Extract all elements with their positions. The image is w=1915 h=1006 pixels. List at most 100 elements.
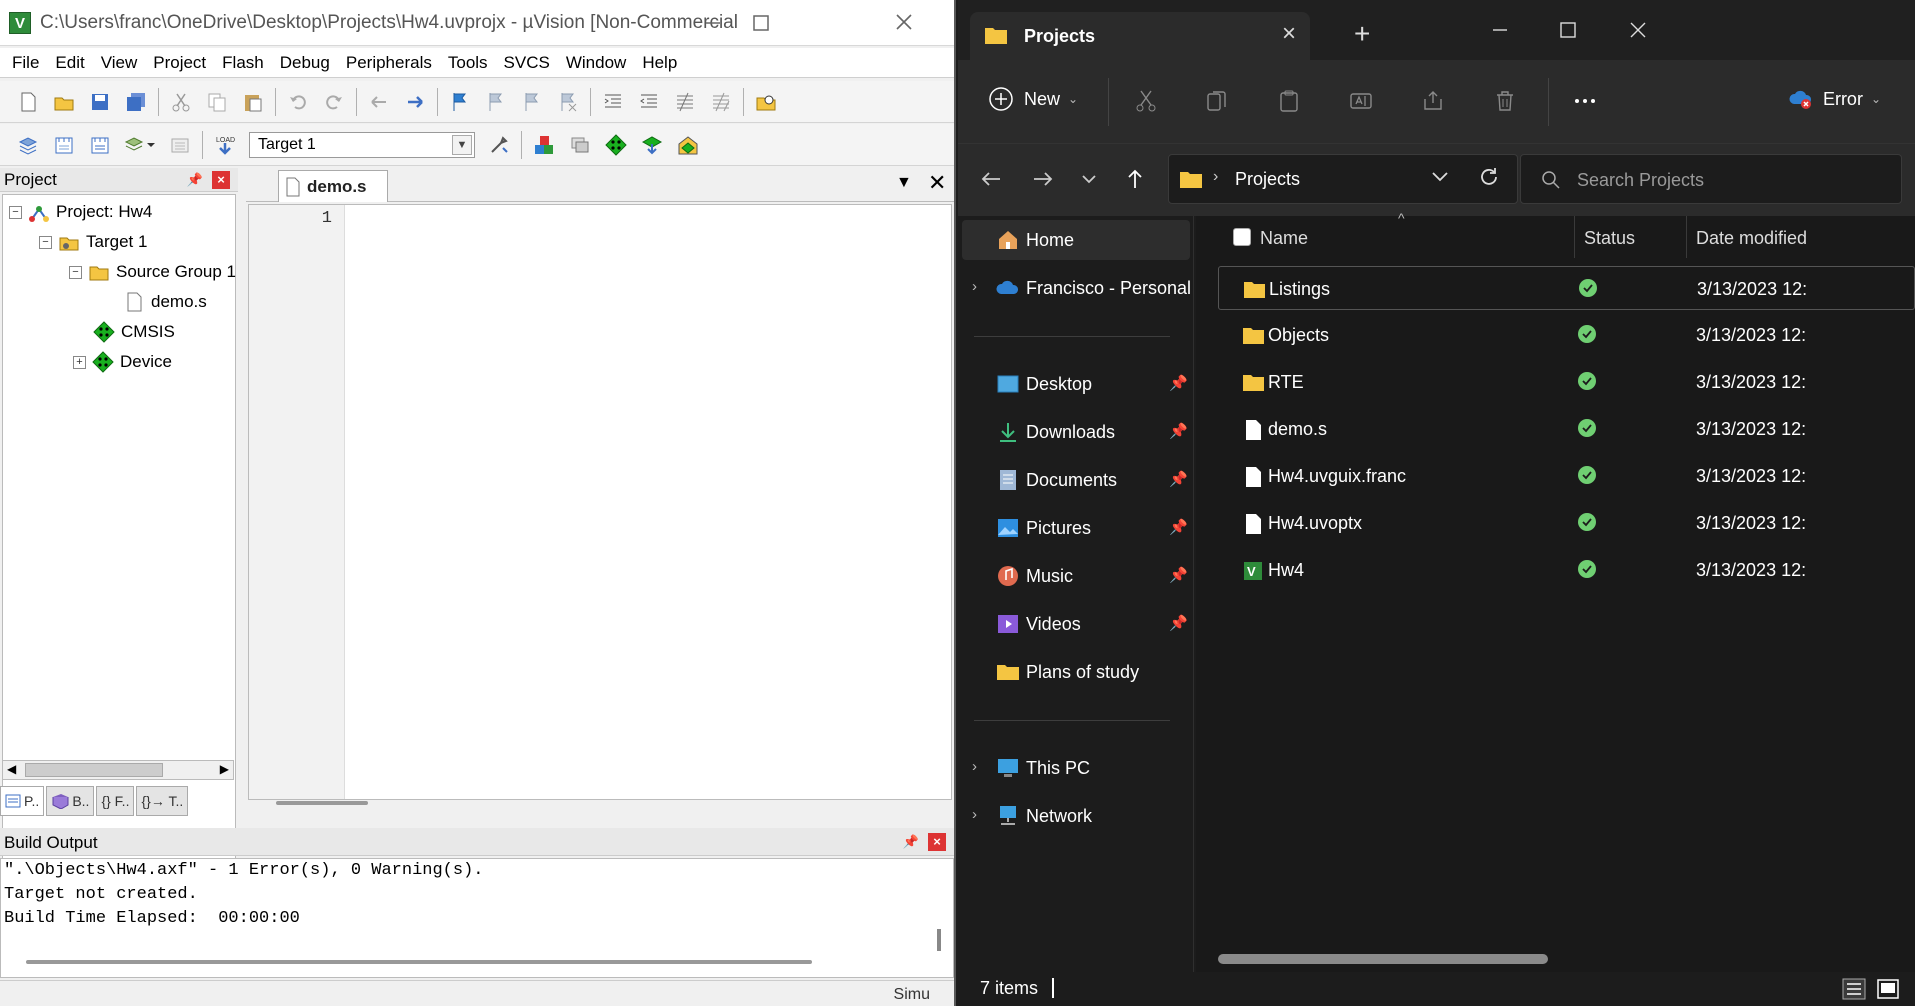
scroll-thumb[interactable]: [25, 763, 163, 777]
tree-item-cmsis[interactable]: CMSIS: [93, 319, 175, 345]
collapse-icon[interactable]: −: [69, 265, 82, 279]
pin-icon[interactable]: 📌: [902, 833, 920, 851]
bookmark-icon[interactable]: [447, 89, 473, 115]
tiles-view-icon[interactable]: [1876, 978, 1900, 1000]
select-all-checkbox[interactable]: [1233, 228, 1251, 246]
nav-item-videos[interactable]: Videos 📌: [962, 604, 1190, 644]
indent-icon[interactable]: [600, 89, 626, 115]
cut-icon[interactable]: [168, 89, 194, 115]
open-file-icon[interactable]: [51, 89, 77, 115]
pin-icon[interactable]: 📌: [1169, 566, 1188, 584]
pin-icon[interactable]: 📌: [1169, 422, 1188, 440]
chevron-down-icon[interactable]: ▼: [452, 134, 472, 155]
refresh-icon[interactable]: [1477, 165, 1501, 189]
target-options-icon[interactable]: [486, 132, 512, 158]
nav-item-plans-of-study[interactable]: Plans of study: [962, 652, 1190, 692]
tree-item-target[interactable]: − Target 1: [39, 229, 147, 255]
menu-view[interactable]: View: [93, 53, 146, 73]
close-button[interactable]: [1608, 10, 1668, 50]
explorer-tab[interactable]: Projects ×: [970, 12, 1310, 60]
file-row[interactable]: V Hw4 3/13/2023 12:: [1218, 548, 1915, 592]
comment-icon[interactable]: [672, 89, 698, 115]
nav-item-onedrive[interactable]: › Francisco - Personal: [962, 268, 1190, 308]
build-icon[interactable]: [51, 132, 77, 158]
breadcrumb[interactable]: Projects: [1235, 169, 1300, 190]
new-file-icon[interactable]: [15, 89, 41, 115]
download-icon[interactable]: LOAD: [212, 132, 238, 158]
copy-icon[interactable]: [1204, 88, 1230, 114]
paste-icon[interactable]: [1276, 88, 1302, 114]
target-select[interactable]: Target 1 ▼: [249, 131, 475, 158]
tree-item-demo-s[interactable]: demo.s: [123, 289, 207, 315]
horizontal-scrollbar[interactable]: [26, 960, 812, 964]
save-all-icon[interactable]: [123, 89, 149, 115]
nav-item-documents[interactable]: Documents 📌: [962, 460, 1190, 500]
undo-icon[interactable]: [285, 89, 311, 115]
recent-locations-icon[interactable]: [1074, 164, 1104, 194]
maximize-button[interactable]: [1538, 10, 1598, 50]
close-tab-icon[interactable]: ×: [1282, 20, 1296, 48]
tab-project[interactable]: P..: [0, 786, 45, 816]
rebuild-icon[interactable]: [87, 132, 113, 158]
unindent-icon[interactable]: [636, 89, 662, 115]
scroll-left-icon[interactable]: ◀: [7, 762, 16, 776]
collapse-icon[interactable]: −: [9, 205, 22, 219]
stop-build-icon[interactable]: [167, 132, 193, 158]
batch-build-icon[interactable]: [123, 132, 157, 158]
search-box[interactable]: [1520, 154, 1902, 204]
back-arrow-icon[interactable]: [976, 164, 1006, 194]
menu-debug[interactable]: Debug: [272, 53, 338, 73]
scroll-right-icon[interactable]: ▶: [220, 762, 229, 776]
file-row[interactable]: RTE 3/13/2023 12:: [1218, 360, 1915, 404]
find-in-files-icon[interactable]: [753, 89, 779, 115]
code-editor[interactable]: 1: [248, 204, 952, 800]
minimize-button[interactable]: [688, 8, 736, 38]
nav-forward-icon[interactable]: [402, 89, 428, 115]
tab-templates[interactable]: {}→ T..: [136, 786, 189, 816]
column-divider[interactable]: [1686, 216, 1687, 258]
pin-icon[interactable]: 📌: [186, 171, 204, 189]
menu-file[interactable]: File: [4, 53, 47, 73]
nav-item-music[interactable]: Music 📌: [962, 556, 1190, 596]
translate-icon[interactable]: [15, 132, 41, 158]
nav-item-desktop[interactable]: Desktop 📌: [962, 364, 1190, 404]
expand-chevron-icon[interactable]: ›: [972, 278, 977, 295]
nav-back-icon[interactable]: [366, 89, 392, 115]
file-row[interactable]: Listings 3/13/2023 12:: [1218, 266, 1915, 310]
select-packs-icon[interactable]: [567, 132, 593, 158]
column-status[interactable]: Status: [1584, 228, 1635, 249]
pack-installer-icon[interactable]: [639, 132, 665, 158]
expand-chevron-icon[interactable]: ›: [972, 806, 977, 823]
address-bar[interactable]: › Projects: [1168, 154, 1518, 204]
menu-svcs[interactable]: SVCS: [496, 53, 558, 73]
file-row[interactable]: demo.s 3/13/2023 12:: [1218, 407, 1915, 451]
cut-icon[interactable]: [1133, 88, 1159, 114]
nav-item-downloads[interactable]: Downloads 📌: [962, 412, 1190, 452]
manage-project-items-icon[interactable]: [531, 132, 557, 158]
expand-chevron-icon[interactable]: ›: [972, 758, 977, 775]
software-packs-icon[interactable]: [675, 132, 701, 158]
tree-item-project[interactable]: − Project: Hw4: [9, 199, 152, 225]
close-pane-button[interactable]: ×: [928, 833, 946, 851]
close-button[interactable]: [880, 8, 928, 38]
menu-tools[interactable]: Tools: [440, 53, 496, 73]
next-bookmark-icon[interactable]: [519, 89, 545, 115]
menu-help[interactable]: Help: [634, 53, 685, 73]
tab-list-icon[interactable]: ▼: [896, 174, 912, 192]
close-tab-icon[interactable]: ✕: [928, 170, 946, 196]
column-divider[interactable]: [1574, 216, 1575, 258]
pin-icon[interactable]: 📌: [1169, 374, 1188, 392]
redo-icon[interactable]: [321, 89, 347, 115]
expand-icon[interactable]: +: [73, 355, 86, 369]
tree-item-source-group[interactable]: − Source Group 1: [69, 259, 236, 285]
up-arrow-icon[interactable]: [1120, 164, 1150, 194]
clear-bookmarks-icon[interactable]: [555, 89, 581, 115]
horizontal-scrollbar[interactable]: [1218, 954, 1548, 964]
new-button[interactable]: New ⌄: [988, 86, 1078, 112]
close-pane-button[interactable]: ×: [212, 171, 230, 189]
paste-icon[interactable]: [240, 89, 266, 115]
uncomment-icon[interactable]: [708, 89, 734, 115]
rename-icon[interactable]: [1348, 88, 1374, 114]
new-tab-button[interactable]: +: [1354, 18, 1370, 50]
vertical-scrollbar[interactable]: [937, 929, 941, 951]
